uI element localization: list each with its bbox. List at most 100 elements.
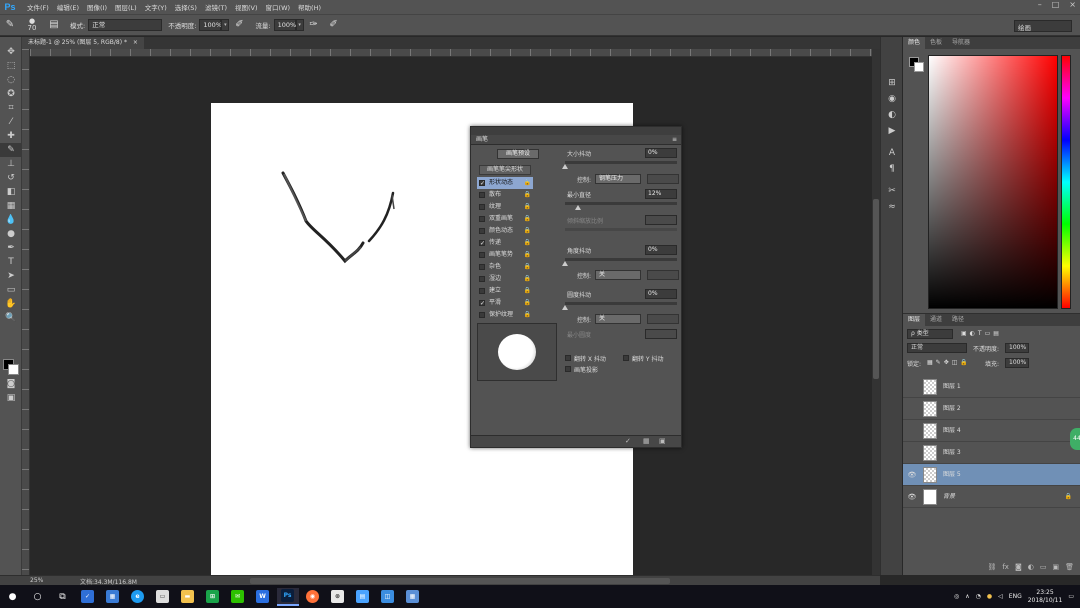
- app-icon-3[interactable]: ▭: [152, 588, 174, 606]
- grid-view-icon[interactable]: ▦: [643, 437, 650, 445]
- hue-slider[interactable]: [1061, 55, 1071, 309]
- brush-option-checkbox[interactable]: ✓: [479, 180, 485, 187]
- menu-layer[interactable]: 图层(L): [111, 2, 141, 12]
- brush-presets-button[interactable]: 画笔预设: [497, 149, 539, 159]
- brush-option-item[interactable]: 杂色 🔒: [477, 261, 533, 273]
- control-round-select[interactable]: 关: [595, 314, 641, 324]
- layer-name[interactable]: 图层 1: [943, 376, 961, 398]
- flow-dropdown-icon[interactable]: ▾: [295, 19, 304, 31]
- crop-icon[interactable]: ⌗: [0, 101, 22, 115]
- move-icon[interactable]: ✥: [0, 45, 22, 59]
- vertical-scroll-thumb[interactable]: [873, 199, 879, 379]
- size-jitter-knob[interactable]: [562, 164, 568, 169]
- background-color-swatch[interactable]: [8, 364, 19, 375]
- wps-icon[interactable]: W: [252, 588, 274, 606]
- layer-thumbnail[interactable]: [923, 423, 937, 439]
- type-icon[interactable]: T: [0, 255, 22, 269]
- paragraph-icon[interactable]: ¶: [881, 161, 903, 177]
- roundness-jitter-slider[interactable]: [562, 302, 677, 310]
- horizontal-scrollbar[interactable]: [250, 578, 670, 584]
- network-icon[interactable]: ◔: [976, 593, 981, 600]
- tool-presets-icon[interactable]: ✂: [881, 183, 903, 199]
- layer-name[interactable]: 图层 5: [943, 464, 961, 486]
- app-icon-4[interactable]: ⊞: [202, 588, 224, 606]
- add-mask-icon[interactable]: ◙: [1015, 563, 1022, 575]
- link-layers-icon[interactable]: ⛓: [987, 563, 996, 575]
- layer-row[interactable]: 图层 1: [903, 376, 1080, 398]
- layer-thumbnail[interactable]: [923, 445, 937, 461]
- lasso-icon[interactable]: ◌: [0, 73, 22, 87]
- brush-option-checkbox[interactable]: [479, 288, 485, 294]
- pressure-opacity-icon[interactable]: ✐: [232, 18, 246, 32]
- tab-swatches[interactable]: 色板: [925, 37, 947, 49]
- marquee-icon[interactable]: ⬚: [0, 59, 22, 73]
- opacity-dropdown-icon[interactable]: ▾: [221, 19, 230, 31]
- brush-option-checkbox[interactable]: [479, 276, 485, 282]
- app-icon-2[interactable]: ▦: [102, 588, 124, 606]
- brush-option-item[interactable]: 画笔笔势 🔒: [477, 249, 533, 261]
- brush-option-item[interactable]: ✓ 形状动态 🔒: [477, 177, 533, 189]
- mode-select[interactable]: 正常: [88, 19, 163, 31]
- brush-presets-icon[interactable]: ≈: [881, 199, 903, 215]
- lock-icon[interactable]: 🔒: [524, 309, 531, 321]
- lock-icon[interactable]: 🔒: [524, 225, 531, 237]
- app-icon-1[interactable]: ✓: [77, 588, 99, 606]
- workspace-select[interactable]: 绘画: [1014, 20, 1072, 32]
- size-jitter-input[interactable]: 0%: [645, 148, 677, 158]
- brush-option-checkbox[interactable]: ✓: [479, 240, 485, 247]
- visibility-eye-icon[interactable]: 👁: [907, 492, 917, 502]
- hand-icon[interactable]: ✋: [0, 297, 22, 311]
- layer-name[interactable]: 图层 2: [943, 398, 961, 420]
- start-button[interactable]: ●: [2, 588, 24, 606]
- browser-icon[interactable]: e: [127, 588, 149, 606]
- app-tray-icon[interactable]: ●: [987, 593, 992, 600]
- brush-option-checkbox[interactable]: [479, 204, 485, 210]
- lock-icon[interactable]: 🔒: [524, 285, 531, 297]
- layer-name[interactable]: 背景: [943, 486, 955, 508]
- flip-y-checkbox[interactable]: [623, 355, 629, 361]
- menu-image[interactable]: 图像(I): [83, 2, 111, 12]
- angle-jitter-slider[interactable]: [562, 258, 677, 266]
- history-icon[interactable]: ⊞: [881, 75, 903, 91]
- brush-panel-toggle-icon[interactable]: ▤: [47, 18, 61, 32]
- lock-icon[interactable]: 🔒: [524, 201, 531, 213]
- fill-input[interactable]: 100%: [1005, 358, 1029, 368]
- pressure-size-icon[interactable]: ✐: [327, 18, 341, 32]
- app-icon-6[interactable]: ▤: [352, 588, 374, 606]
- brush-option-checkbox[interactable]: [479, 264, 485, 270]
- min-diameter-knob[interactable]: [575, 205, 581, 210]
- lock-icon[interactable]: 🔒: [524, 273, 531, 285]
- size-jitter-slider[interactable]: [562, 161, 677, 169]
- flip-x-checkbox[interactable]: [565, 355, 571, 361]
- app-icon-7[interactable]: ◫: [377, 588, 399, 606]
- lock-icon[interactable]: 🔒: [524, 237, 531, 249]
- search-icon[interactable]: ○: [27, 588, 49, 606]
- layer-name[interactable]: 图层 3: [943, 442, 961, 464]
- lock-icons[interactable]: ▦✎✥◫🔒: [927, 359, 971, 366]
- menu-edit[interactable]: 编辑(E): [53, 2, 83, 12]
- ime-indicator[interactable]: ENG: [1009, 593, 1022, 600]
- min-diameter-slider[interactable]: [565, 202, 677, 210]
- layer-row[interactable]: 👁 图层 5: [903, 464, 1080, 486]
- menu-file[interactable]: 文件(F): [23, 2, 53, 12]
- angle-jitter-input[interactable]: 0%: [645, 245, 677, 255]
- layer-thumbnail[interactable]: [923, 467, 937, 483]
- firefox-icon[interactable]: ◉: [302, 588, 324, 606]
- visibility-eye-icon[interactable]: [907, 448, 917, 458]
- airbrush-icon[interactable]: ✑: [307, 18, 321, 32]
- notification-icon[interactable]: ▭: [1068, 593, 1074, 600]
- layer-row[interactable]: 图层 4: [903, 420, 1080, 442]
- lock-icon[interactable]: 🔒: [524, 177, 531, 189]
- quick-mask-icon[interactable]: ◙: [0, 377, 22, 391]
- lock-icon[interactable]: 🔒: [524, 297, 531, 309]
- toolbar-grip[interactable]: [0, 37, 21, 45]
- tab-paths[interactable]: 路径: [947, 314, 969, 326]
- tray-expand-icon[interactable]: ∧: [965, 593, 969, 600]
- menu-window[interactable]: 窗口(W): [262, 2, 295, 12]
- brush-option-checkbox[interactable]: [479, 228, 485, 234]
- path-select-icon[interactable]: ➤: [0, 269, 22, 283]
- brush-option-checkbox[interactable]: ✓: [479, 300, 485, 307]
- brush-tip-shape-button[interactable]: 画笔笔尖形状: [479, 165, 531, 175]
- shape-icon[interactable]: ▭: [0, 283, 22, 297]
- brush-option-item[interactable]: 建立 🔒: [477, 285, 533, 297]
